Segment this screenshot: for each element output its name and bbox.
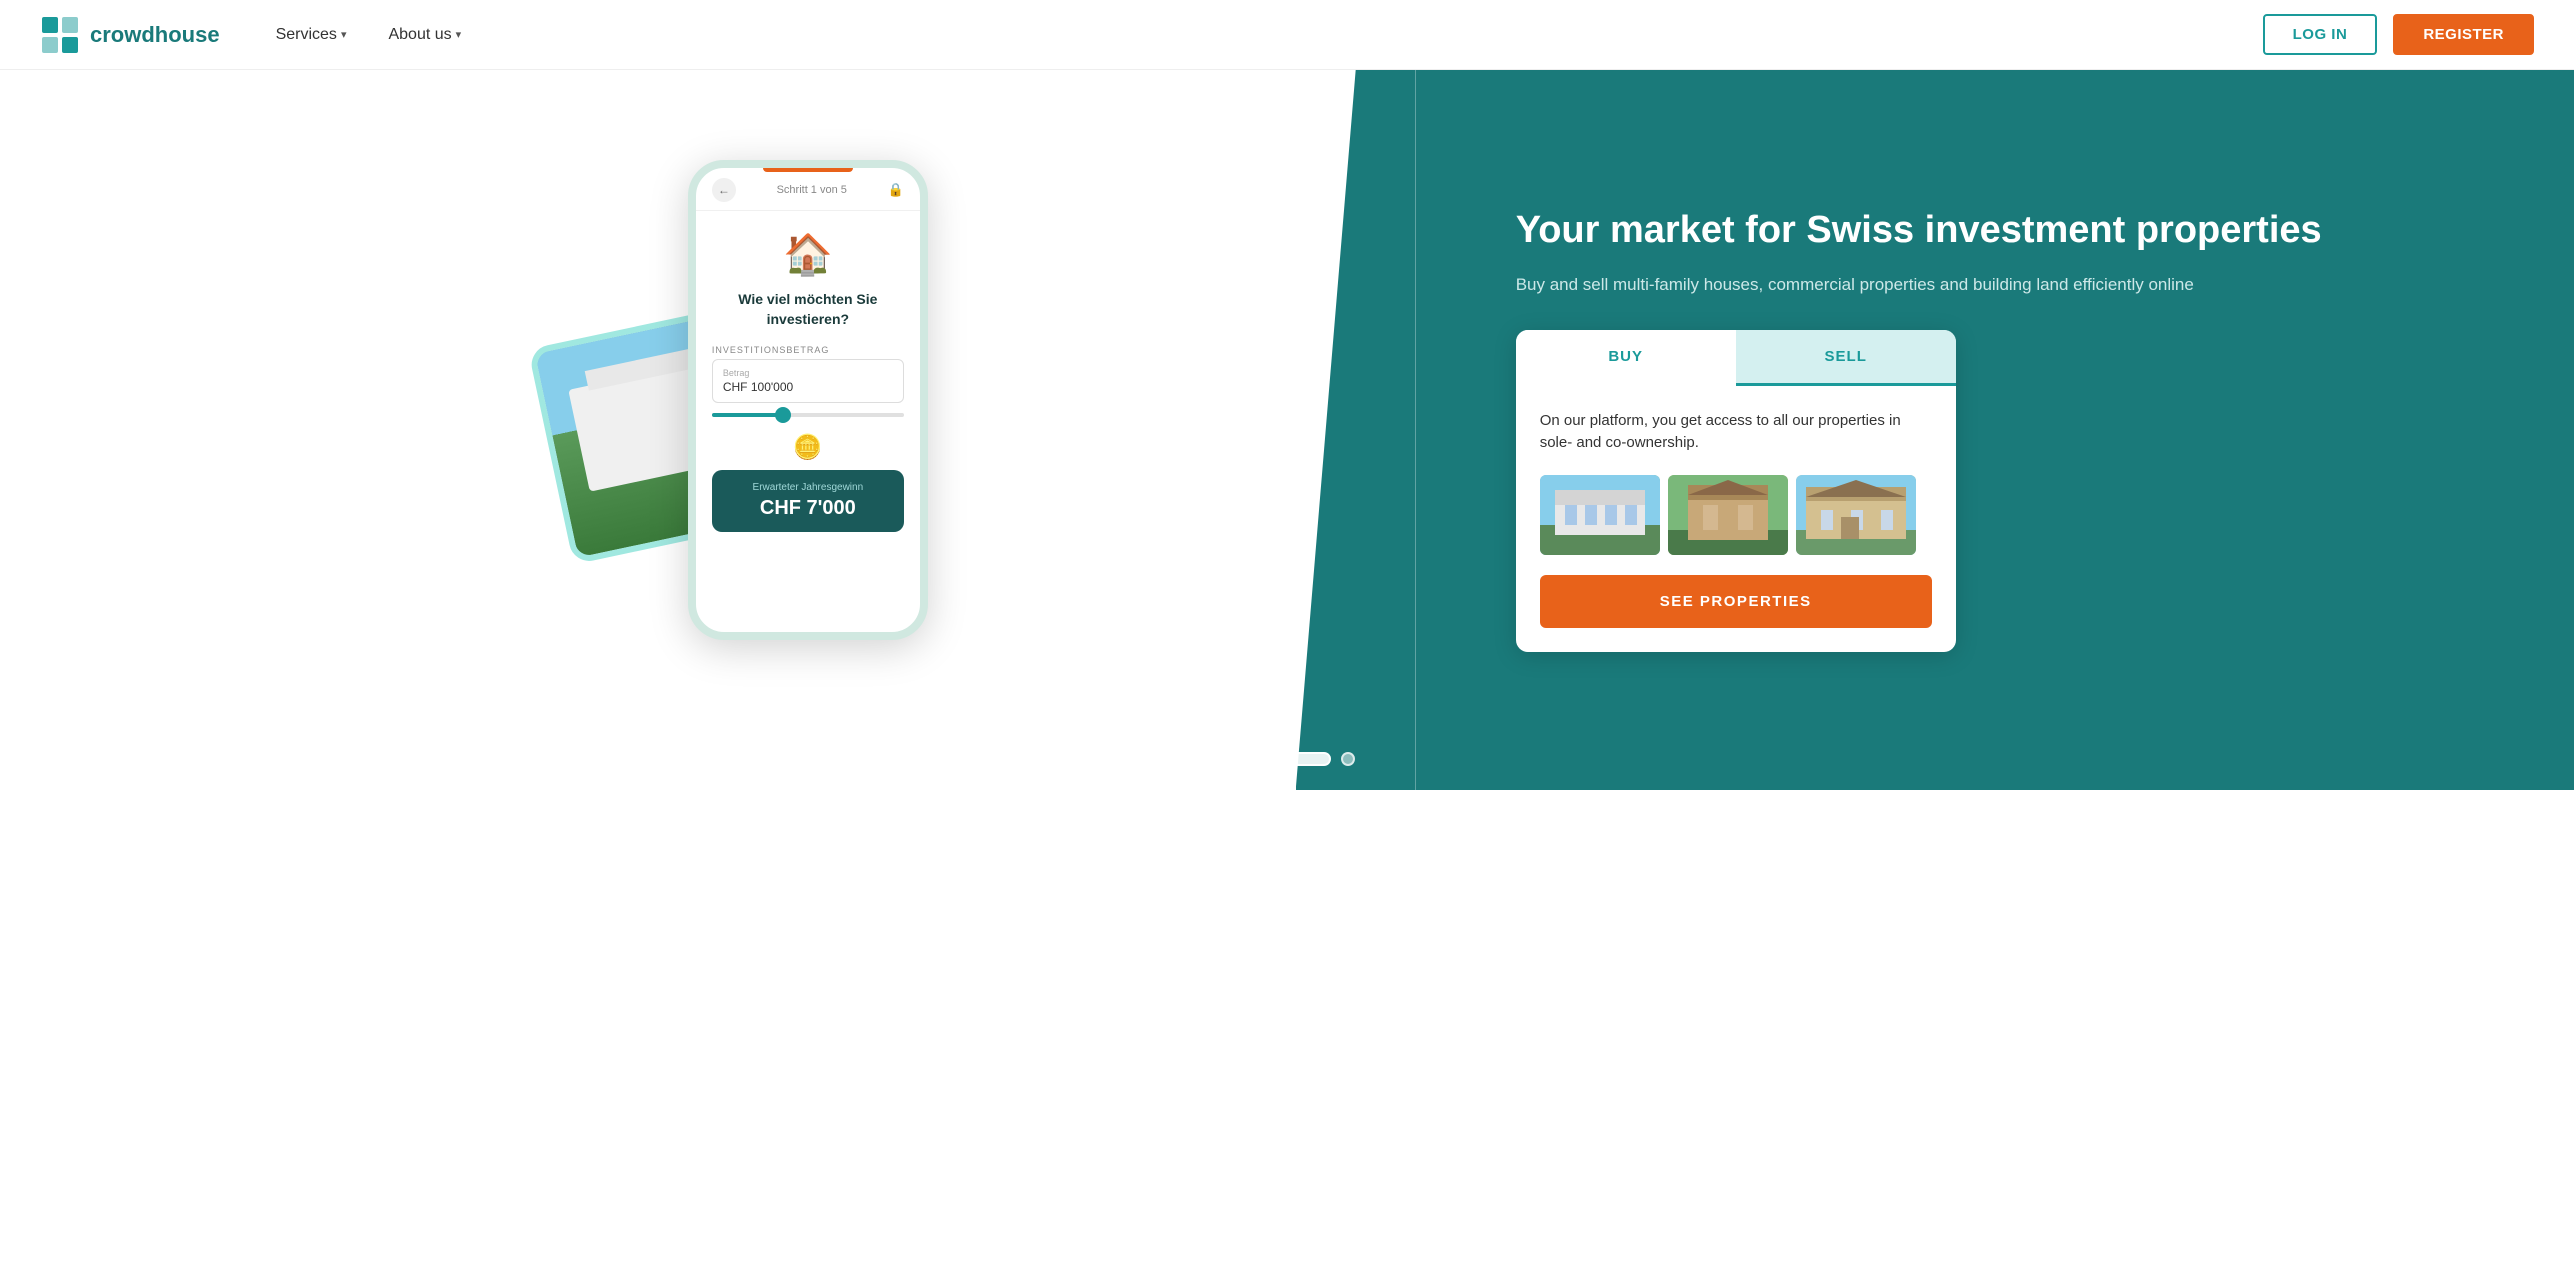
login-button[interactable]: LOG IN	[2263, 14, 2378, 55]
property-image-1	[1540, 475, 1660, 555]
phone-coins-icon: 🪙	[793, 433, 823, 462]
phone-question: Wie viel möchten Sie investieren?	[712, 290, 904, 329]
phone-top-bar: ← Schritt 1 von 5 🔒	[696, 168, 920, 211]
phone-step-label: Schritt 1 von 5	[777, 184, 847, 196]
see-properties-button[interactable]: SEE PROPERTIES	[1540, 575, 1932, 628]
phone-result-card: Erwarteter Jahresgewinn CHF 7'000	[712, 470, 904, 532]
buy-sell-tabs: BUY SELL	[1516, 330, 1956, 386]
nav-services[interactable]: Services ▾	[260, 18, 363, 52]
phone-betrag-label: Betrag	[723, 368, 893, 378]
main-nav: Services ▾ About us ▾	[260, 18, 2263, 52]
hero-subtext: Buy and sell multi-family houses, commer…	[1516, 272, 2514, 298]
nav-about-label: About us	[388, 26, 451, 44]
services-chevron-icon: ▾	[341, 28, 347, 41]
pagination-dot-5[interactable]	[1341, 752, 1355, 766]
buy-sell-card: BUY SELL On our platform, you get access…	[1516, 330, 1956, 652]
about-chevron-icon: ▾	[456, 28, 462, 41]
back-arrow-icon: ←	[718, 183, 730, 197]
register-button[interactable]: REGISTER	[2393, 14, 2534, 55]
property-images	[1540, 475, 1932, 555]
property-image-3	[1796, 475, 1916, 555]
phone-investment-label: INVESTITIONSBETRAG	[712, 345, 830, 355]
phone-betrag-field: Betrag CHF 100'000	[712, 359, 904, 403]
phone-back-button[interactable]: ←	[712, 178, 736, 202]
pagination-dot-2[interactable]	[1243, 752, 1257, 766]
phone-accent-bar	[763, 168, 853, 172]
hero-left: ← Schritt 1 von 5 🔒 🏠 Wie viel möchten S…	[0, 70, 1416, 790]
hero-right: Your market for Swiss investment propert…	[1416, 70, 2574, 790]
phone-content: 🏠 Wie viel möchten Sie investieren? INVE…	[696, 211, 920, 632]
phone-mockup: ← Schritt 1 von 5 🔒 🏠 Wie viel möchten S…	[688, 160, 928, 640]
card-body: On our platform, you get access to all o…	[1516, 386, 1956, 652]
phone-house-icon: 🏠	[783, 231, 833, 278]
pagination-dot-4-active[interactable]	[1291, 752, 1331, 766]
hero-content-right: Your market for Swiss investment propert…	[1516, 208, 2514, 651]
phone-result-value: CHF 7'000	[728, 497, 888, 520]
logo[interactable]: crowdhouse	[40, 15, 220, 55]
tab-buy[interactable]: BUY	[1516, 330, 1736, 386]
phone-slider-fill	[712, 413, 779, 417]
phone-area-wrapper: ← Schritt 1 von 5 🔒 🏠 Wie viel möchten S…	[60, 140, 1416, 700]
pagination-dot-1[interactable]	[1219, 752, 1233, 766]
card-description: On our platform, you get access to all o…	[1540, 410, 1932, 455]
tab-sell[interactable]: SELL	[1736, 330, 1956, 386]
nav-services-label: Services	[276, 26, 337, 44]
hero-headline: Your market for Swiss investment propert…	[1516, 208, 2514, 254]
hero-section: ← Schritt 1 von 5 🔒 🏠 Wie viel möchten S…	[0, 70, 2574, 790]
pagination-dot-3[interactable]	[1267, 752, 1281, 766]
pagination	[1219, 752, 1355, 766]
header-actions: LOG IN REGISTER	[2263, 14, 2534, 55]
logo-text: crowdhouse	[90, 22, 220, 48]
phone-lock-icon: 🔒	[888, 182, 904, 198]
phone-area: ← Schritt 1 von 5 🔒 🏠 Wie viel möchten S…	[548, 140, 928, 700]
nav-about-us[interactable]: About us ▾	[372, 18, 477, 52]
phone-amount-value: CHF 100'000	[723, 380, 893, 394]
phone-slider[interactable]	[712, 413, 904, 417]
phone-slider-thumb	[775, 407, 791, 423]
phone-result-label: Erwarteter Jahresgewinn	[728, 482, 888, 493]
logo-icon	[40, 15, 80, 55]
header: crowdhouse Services ▾ About us ▾ LOG IN …	[0, 0, 2574, 70]
property-image-2	[1668, 475, 1788, 555]
